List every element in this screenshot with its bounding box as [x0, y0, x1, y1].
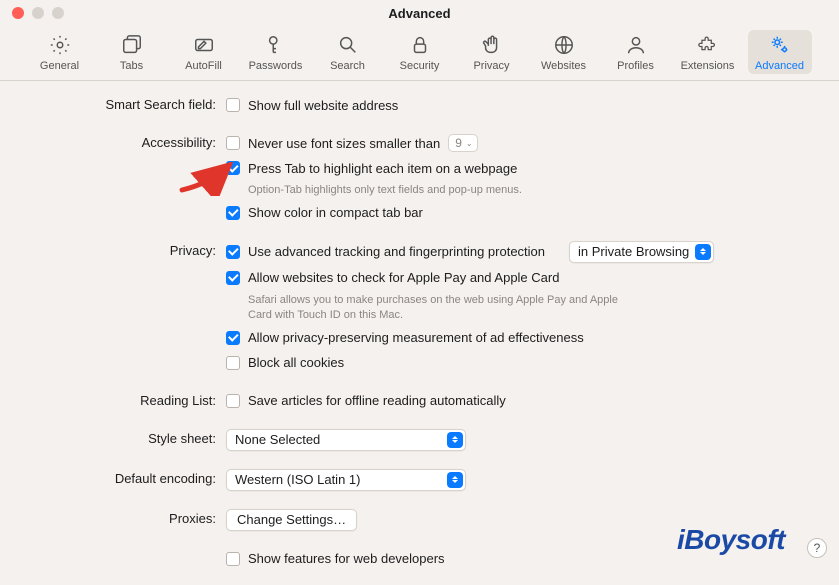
gears-icon [769, 34, 791, 56]
tab-label: Tabs [120, 60, 143, 72]
tab-autofill[interactable]: AutoFill [172, 30, 236, 74]
tab-label: Passwords [249, 60, 303, 72]
checkbox-label: Press Tab to highlight each item on a we… [248, 161, 517, 176]
tab-security[interactable]: Security [388, 30, 452, 74]
checkbox-label: Show color in compact tab bar [248, 205, 423, 220]
hint-tab-highlight: Option-Tab highlights only text fields a… [248, 183, 628, 198]
pencil-icon [193, 34, 215, 56]
tab-label: Security [400, 60, 440, 72]
tab-label: Privacy [473, 60, 509, 72]
tab-websites[interactable]: Websites [532, 30, 596, 74]
tab-profiles[interactable]: Profiles [604, 30, 668, 74]
checkbox-block-cookies[interactable] [226, 356, 240, 370]
tab-extensions[interactable]: Extensions [676, 30, 740, 74]
select-value: 9 [455, 136, 462, 150]
help-button[interactable]: ? [807, 538, 827, 558]
tab-advanced[interactable]: Advanced [748, 30, 812, 74]
select-min-font-size[interactable]: 9 ⌄ [448, 134, 477, 152]
tab-label: AutoFill [185, 60, 222, 72]
tab-label: Advanced [755, 60, 804, 72]
checkbox-label: Allow websites to check for Apple Pay an… [248, 270, 559, 285]
checkbox-compact-tab-color[interactable] [226, 206, 240, 220]
tab-label: Extensions [681, 60, 735, 72]
select-value: None Selected [235, 432, 320, 447]
label-accessibility: Accessibility: [40, 133, 226, 150]
label-smart-search: Smart Search field: [40, 95, 226, 112]
tab-label: Search [330, 60, 365, 72]
chevron-down-icon: ⌄ [466, 139, 473, 148]
lock-icon [409, 34, 431, 56]
person-icon [625, 34, 647, 56]
updown-icon [695, 244, 711, 260]
label-privacy: Privacy: [40, 241, 226, 258]
search-icon [337, 34, 359, 56]
checkbox-label: Show features for web developers [248, 551, 445, 566]
updown-icon [447, 472, 463, 488]
checkbox-apple-pay[interactable] [226, 271, 240, 285]
gear-icon [49, 34, 71, 56]
select-tracking-scope[interactable]: in Private Browsing [569, 241, 714, 263]
updown-icon [447, 432, 463, 448]
tab-label: General [40, 60, 79, 72]
key-icon [265, 34, 287, 56]
select-style-sheet[interactable]: None Selected [226, 429, 466, 451]
label-reading-list: Reading List: [40, 391, 226, 408]
tabs-icon [121, 34, 143, 56]
checkbox-label: Show full website address [248, 98, 398, 113]
label-default-encoding: Default encoding: [40, 469, 226, 486]
select-value: Western (ISO Latin 1) [235, 472, 360, 487]
checkbox-tab-highlight[interactable] [226, 161, 240, 175]
tab-label: Websites [541, 60, 586, 72]
label-proxies: Proxies: [40, 509, 226, 526]
hint-apple-pay: Safari allows you to make purchases on t… [248, 293, 628, 323]
label-style-sheet: Style sheet: [40, 429, 226, 446]
select-value: in Private Browsing [578, 244, 689, 259]
checkbox-label: Never use font sizes smaller than [248, 136, 440, 151]
puzzle-icon [697, 34, 719, 56]
button-change-proxy-settings[interactable]: Change Settings… [226, 509, 357, 531]
checkbox-label: Allow privacy-preserving measurement of … [248, 330, 584, 345]
checkbox-show-full-url[interactable] [226, 98, 240, 112]
tab-tabs[interactable]: Tabs [100, 30, 164, 74]
tab-label: Profiles [617, 60, 654, 72]
checkbox-developer-features[interactable] [226, 552, 240, 566]
select-default-encoding[interactable]: Western (ISO Latin 1) [226, 469, 466, 491]
preferences-toolbar: General Tabs AutoFill Passwords Search S… [0, 26, 839, 81]
tab-search[interactable]: Search [316, 30, 380, 74]
checkbox-min-font-size[interactable] [226, 136, 240, 150]
checkbox-label: Use advanced tracking and fingerprinting… [248, 244, 545, 259]
checkbox-advanced-tracking[interactable] [226, 245, 240, 259]
tab-passwords[interactable]: Passwords [244, 30, 308, 74]
watermark: iBoysoft [677, 524, 785, 556]
checkbox-ad-measurement[interactable] [226, 331, 240, 345]
globe-icon [553, 34, 575, 56]
tab-privacy[interactable]: Privacy [460, 30, 524, 74]
hand-icon [481, 34, 503, 56]
tab-general[interactable]: General [28, 30, 92, 74]
checkbox-label: Save articles for offline reading automa… [248, 393, 506, 408]
window-title: Advanced [0, 6, 839, 21]
checkbox-label: Block all cookies [248, 355, 344, 370]
checkbox-offline-reading[interactable] [226, 394, 240, 408]
